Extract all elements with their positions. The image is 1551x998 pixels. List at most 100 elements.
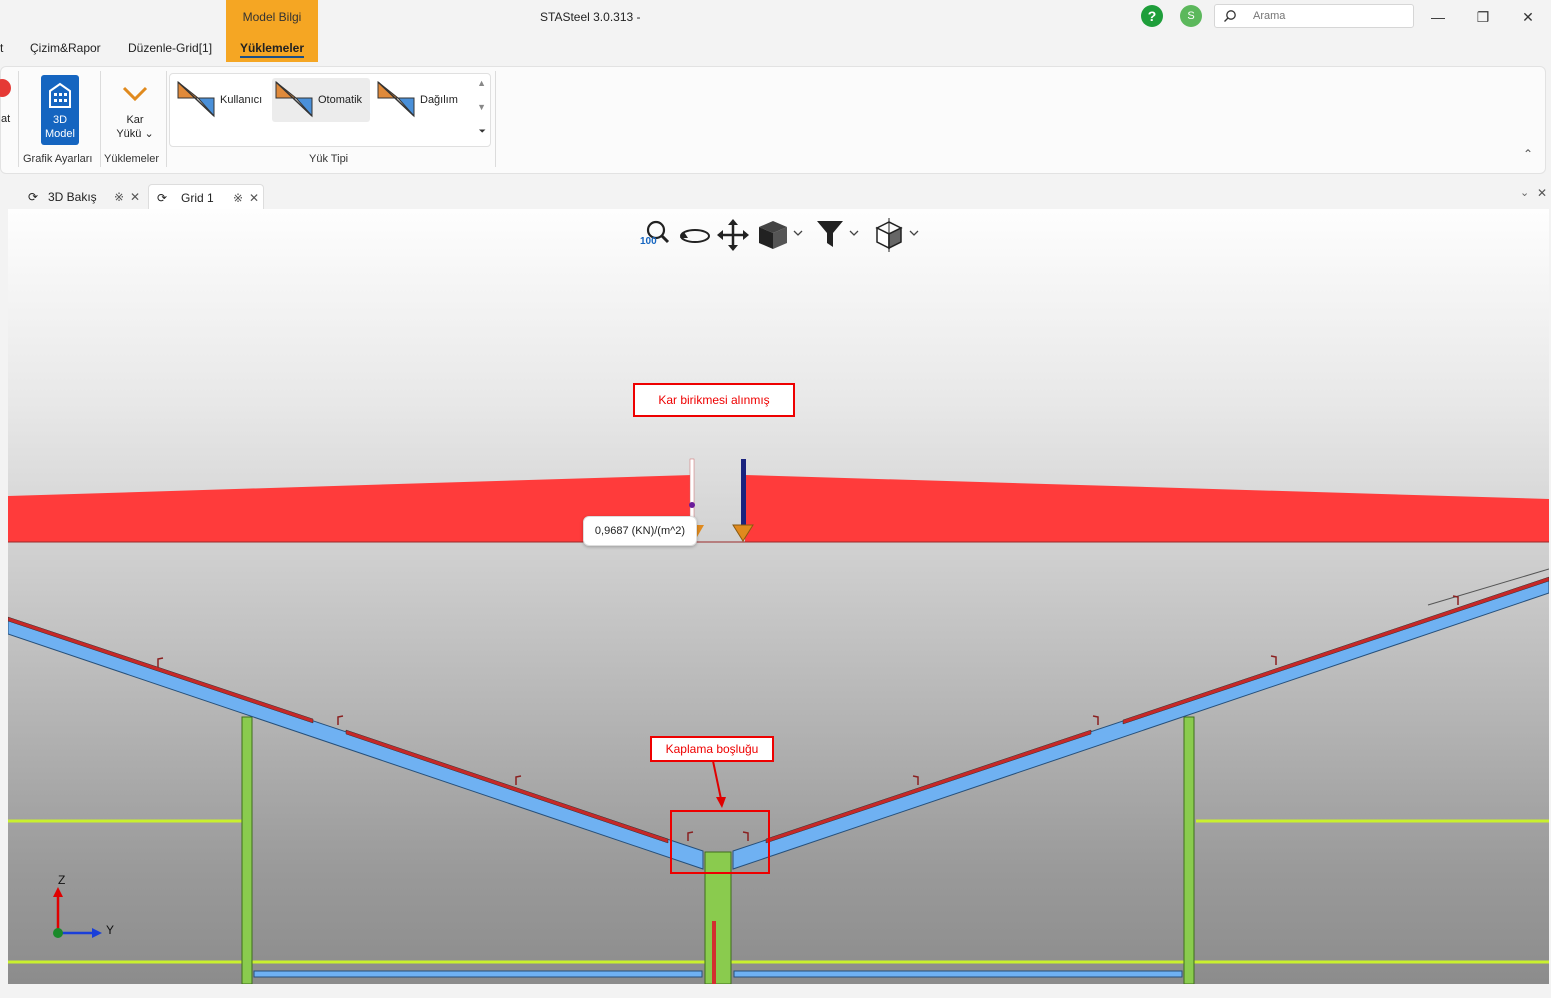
- document-tabs: ⟳ 3D Bakış ※ ✕ ⟳ Grid 1 ※ ✕ ⌄ ✕: [0, 182, 1551, 210]
- rotate-3d-icon: ⟳: [28, 190, 39, 204]
- kar-yuku-button[interactable]: Kar Yükü ⌄: [109, 79, 161, 143]
- minimize-button[interactable]: —: [1415, 0, 1461, 34]
- filter-icon: [817, 221, 859, 247]
- bottom-beam-right: [733, 970, 1183, 978]
- tab-yuklemeler[interactable]: Yüklemeler: [226, 34, 318, 62]
- tab-yuklemeler-label: Yüklemeler: [239, 41, 305, 55]
- gallery-scroll-down-icon[interactable]: ▼: [477, 102, 486, 112]
- load-distribution-icon: [275, 80, 313, 118]
- cancel-label: at: [1, 113, 11, 125]
- purlin-marker: [337, 715, 344, 725]
- axis-triad: Z Y: [48, 873, 128, 947]
- cladding-strip: [345, 729, 669, 844]
- snow-load-right: [745, 475, 1549, 542]
- rafter-left: [8, 618, 704, 870]
- 3d-model-label-1: 3D: [52, 114, 68, 126]
- purlin-marker: [515, 775, 522, 785]
- gallery-item-otomatik[interactable]: Otomatik: [272, 78, 370, 122]
- search-icon: [1224, 10, 1236, 22]
- group-label-yuklemeler: Yüklemeler: [104, 153, 160, 165]
- rotate-icon: [680, 229, 710, 243]
- purlin-marker: [1092, 715, 1099, 725]
- pin-icon[interactable]: ※: [114, 184, 124, 210]
- ribbon-separator: [100, 71, 101, 167]
- cancel-icon[interactable]: [0, 79, 11, 97]
- active-tab-underline: [240, 56, 304, 58]
- pin-icon[interactable]: ※: [233, 185, 243, 211]
- close-button[interactable]: ✕: [1505, 0, 1551, 34]
- annotation-cladding-gap: Kaplama boşluğu: [650, 736, 774, 762]
- load-value-tooltip: 0,9687 (KN)/(m^2): [583, 516, 697, 546]
- zoom-level: 100: [640, 236, 657, 247]
- tab-duzenle-grid[interactable]: Düzenle-Grid[1]: [128, 40, 212, 60]
- close-all-icon[interactable]: ✕: [1537, 186, 1547, 200]
- 3d-model-button[interactable]: 3D Model: [41, 75, 79, 145]
- 3d-viewport[interactable]: 100 0,9687 (KN)/(m^2) Kar birikmesi alın…: [8, 209, 1549, 984]
- kar-label-1: Kar: [126, 114, 144, 126]
- ribbon-tabs: t Çizim&Rapor Düzenle-Grid[1] Yüklemeler: [0, 34, 1551, 64]
- axis-z-label: Z: [58, 873, 66, 887]
- 3d-model-label-2: Model: [45, 128, 75, 140]
- restore-button[interactable]: ❐: [1460, 0, 1506, 34]
- cladding-strip: [8, 616, 314, 724]
- building-icon: [49, 82, 71, 108]
- rotate-button[interactable]: [678, 218, 712, 250]
- ribbon-separator: [18, 71, 19, 167]
- gallery-item-kullanici[interactable]: Kullanıcı: [174, 78, 268, 122]
- tab-cizim-rapor[interactable]: Çizim&Rapor: [30, 40, 101, 60]
- help-icon[interactable]: ?: [1141, 5, 1163, 27]
- gallery-item-dagilim[interactable]: Dağılım: [374, 78, 470, 122]
- gallery-label-otomatik: Otomatik: [318, 94, 363, 106]
- axes-button[interactable]: [872, 218, 922, 252]
- search-box[interactable]: [1214, 4, 1414, 28]
- cladding-strip: [1122, 576, 1549, 725]
- app-window: Model Bilgi STASteel 3.0.313 - ? S — ❐ ✕…: [0, 0, 1551, 998]
- view-cube-icon: [759, 221, 803, 249]
- tabs-dropdown-icon[interactable]: ⌄: [1520, 186, 1529, 199]
- gallery-scroll-up-icon[interactable]: ▲: [477, 78, 486, 88]
- avatar[interactable]: S: [1180, 5, 1202, 27]
- collapse-ribbon-icon[interactable]: ⌃: [1523, 147, 1533, 161]
- close-icon[interactable]: ✕: [130, 184, 140, 210]
- load-distribution-icon: [177, 80, 215, 118]
- column-right: [1183, 716, 1195, 984]
- callout-highlight-box: [670, 810, 770, 874]
- tab-grid-1-label: Grid 1: [181, 191, 214, 205]
- ribbon-panel: at 3D Model Grafik Ayarları Kar Yükü ⌄ Y…: [0, 66, 1546, 174]
- pan-icon: [717, 219, 749, 251]
- purlin-marker: [1270, 655, 1277, 665]
- view-cube-button[interactable]: [756, 218, 806, 250]
- callout-arrow-head: [716, 797, 726, 808]
- tab-grid-1[interactable]: ⟳ Grid 1 ※ ✕: [148, 184, 264, 210]
- axis-triad-graphic: [53, 887, 102, 938]
- purlin-marker: [912, 775, 919, 785]
- gallery-label-dagilim: Dağılım: [420, 94, 458, 106]
- rotate-3d-icon: ⟳: [157, 191, 168, 205]
- context-tab-header[interactable]: Model Bilgi: [226, 0, 318, 34]
- load-distribution-icon: [377, 80, 415, 118]
- dropdown-arrow-icon: ⌄: [141, 128, 154, 140]
- zoom-button[interactable]: 100: [638, 218, 672, 250]
- gallery-expand-icon[interactable]: ⏷: [479, 126, 486, 137]
- gallery-label-kullanici: Kullanıcı: [220, 94, 263, 106]
- group-label-grafik: Grafik Ayarları: [23, 153, 93, 165]
- model-scene: [8, 458, 1549, 984]
- viewport-toolbar: 100: [638, 214, 919, 254]
- close-icon[interactable]: ✕: [249, 185, 259, 211]
- load-arrow-marker: [689, 502, 695, 508]
- tab-3d-bakis-label: 3D Bakış: [48, 190, 97, 204]
- tab-3d-bakis[interactable]: ⟳ 3D Bakış ※ ✕: [20, 184, 144, 210]
- kar-label-2: Yükü: [116, 128, 142, 140]
- column-left: [241, 716, 253, 984]
- bottom-beam-left: [253, 970, 703, 978]
- tab-truncated[interactable]: t: [0, 40, 3, 60]
- annotation-snow-accumulation: Kar birikmesi alınmış: [633, 383, 795, 417]
- pan-button[interactable]: [716, 218, 750, 251]
- axis-y-label: Y: [106, 923, 115, 937]
- column-center-mark: [712, 921, 716, 984]
- group-label-yuk-tipi: Yük Tipi: [309, 153, 349, 165]
- filter-button[interactable]: [814, 218, 864, 250]
- callout-arrow-line: [712, 760, 722, 800]
- search-input[interactable]: [1253, 8, 1403, 24]
- rafter-right: [732, 578, 1549, 870]
